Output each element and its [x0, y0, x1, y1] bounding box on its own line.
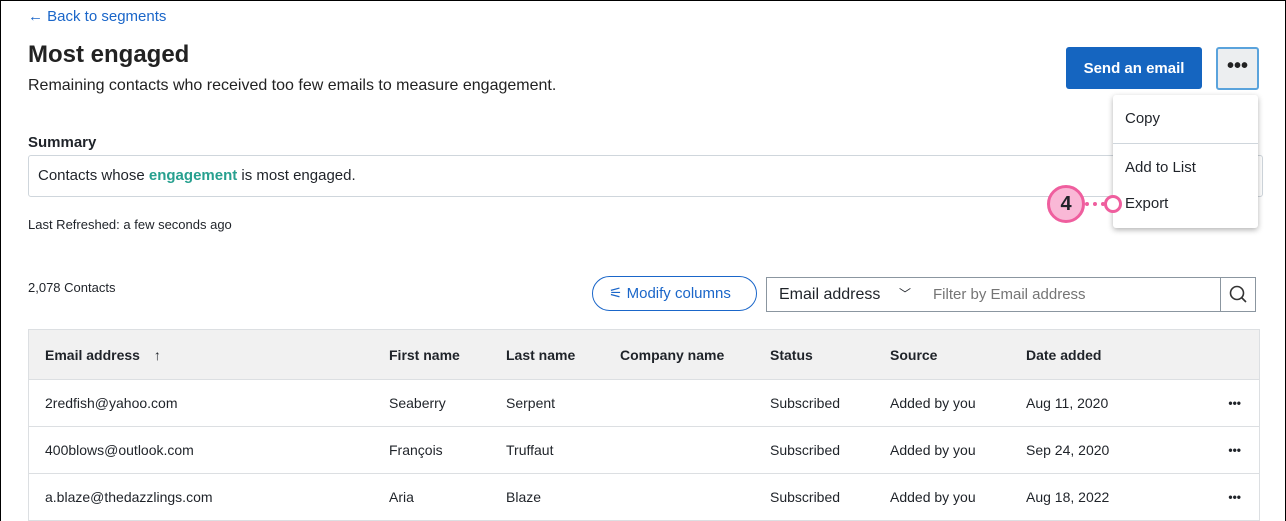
table-row[interactable]: 2redfish@yahoo.com Seaberry Serpent Subscri…: [29, 380, 1259, 427]
row-actions-button[interactable]: •••: [1228, 443, 1241, 457]
annotation-target-ring: [1104, 195, 1122, 213]
back-to-segments-link[interactable]: ← Back to segments: [28, 8, 166, 25]
filter-input[interactable]: [921, 277, 1221, 312]
cell-status: Subscribed: [770, 489, 841, 505]
menu-item-add-to-list[interactable]: Add to List: [1125, 159, 1196, 176]
summary-highlight: engagement: [148, 167, 238, 184]
header-source[interactable]: Source: [890, 347, 937, 363]
contacts-table: Email address ↑ First name Last name Com…: [28, 329, 1260, 521]
page-subtitle: Remaining contacts who received too few …: [28, 77, 557, 94]
header-first-name[interactable]: First name: [389, 347, 460, 363]
cell-source: Added by you: [890, 395, 976, 411]
row-actions-button[interactable]: •••: [1228, 490, 1241, 504]
cell-date-added: Sep 24, 2020: [1026, 442, 1110, 458]
send-email-button[interactable]: Send an email: [1066, 47, 1202, 89]
cell-last-name: Truffaut: [506, 442, 554, 458]
actions-menu: Copy Add to List Export: [1113, 95, 1258, 228]
menu-item-export[interactable]: Export: [1125, 195, 1168, 212]
summary-prefix: Contacts whose: [38, 167, 149, 184]
step-badge: 4: [1047, 185, 1085, 223]
modify-columns-button[interactable]: ⚟ Modify columns: [592, 276, 757, 311]
row-actions-button[interactable]: •••: [1228, 396, 1241, 410]
cell-email: 2redfish@yahoo.com: [45, 395, 178, 411]
cell-first-name: Seaberry: [389, 395, 446, 411]
contacts-count: 2,078 Contacts: [28, 280, 116, 295]
filter-field-select[interactable]: Email address ﹀: [766, 277, 922, 312]
header-email[interactable]: Email address ↑: [45, 347, 161, 363]
cell-last-name: Serpent: [506, 395, 556, 411]
cell-status: Subscribed: [770, 442, 841, 458]
menu-divider: [1113, 143, 1258, 144]
cell-first-name: François: [389, 442, 443, 458]
summary-suffix: is most engaged.: [237, 167, 356, 184]
cell-source: Added by you: [890, 442, 976, 458]
cell-source: Added by you: [890, 489, 976, 505]
annotation-connector: [1085, 202, 1105, 206]
cell-email: a.blaze@thedazzlings.com: [45, 489, 213, 505]
filter-select-value: Email address: [779, 286, 881, 303]
sliders-icon: ⚟: [609, 285, 623, 302]
cell-email: 400blows@outlook.com: [45, 442, 194, 458]
cell-last-name: Blaze: [506, 489, 542, 505]
search-button[interactable]: [1220, 277, 1256, 312]
chevron-down-icon: ﹀: [898, 287, 911, 301]
cell-date-added: Aug 11, 2020: [1026, 395, 1109, 411]
modify-columns-label: Modify columns: [626, 285, 731, 302]
page-title: Most engaged: [28, 41, 190, 68]
table-row[interactable]: 400blows@outlook.com François Truffaut Subs…: [29, 427, 1259, 474]
cell-date-added: Aug 18, 2022: [1026, 489, 1110, 505]
menu-item-copy[interactable]: Copy: [1125, 110, 1160, 127]
header-last-name[interactable]: Last name: [506, 347, 575, 363]
search-icon: [1229, 285, 1247, 303]
header-date-added[interactable]: Date added: [1026, 347, 1101, 363]
back-link-label: Back to segments: [47, 8, 167, 25]
header-status[interactable]: Status: [770, 347, 813, 363]
table-header: Email address ↑ First name Last name Com…: [29, 330, 1259, 380]
summary-label: Summary: [28, 134, 97, 151]
last-refreshed: Last Refreshed: a few seconds ago: [28, 217, 232, 232]
cell-first-name: Aria: [389, 489, 414, 505]
table-row[interactable]: a.blaze@thedazzlings.com Aria Blaze Subscri…: [29, 474, 1259, 521]
more-actions-button[interactable]: •••: [1216, 47, 1259, 90]
sort-ascending-icon: ↑: [153, 346, 161, 363]
page: ← Back to segments Most engaged Remainin…: [0, 0, 1286, 521]
cell-status: Subscribed: [770, 395, 841, 411]
header-company-name[interactable]: Company name: [620, 347, 724, 363]
